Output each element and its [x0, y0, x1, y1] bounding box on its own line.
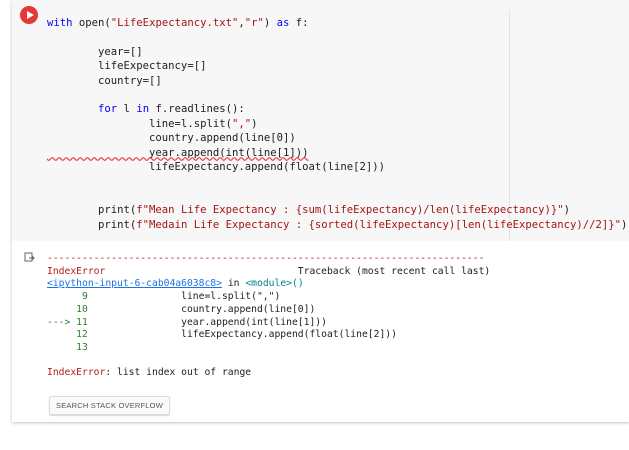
code-cell: with open("LifeExpectancy.txt","r") as f… — [12, 0, 629, 422]
code-line: for l in f.readlines(): — [98, 103, 245, 116]
traceback-code: year.append(int(line[1])) — [87, 316, 327, 328]
error-type: IndexError — [47, 265, 106, 277]
code-line: year.append(int(line[1])) — [47, 146, 309, 159]
traceback-code: lifeExpectancy.append(float(line[2])) — [87, 329, 397, 341]
error-message: : list index out of range — [105, 367, 252, 379]
play-icon — [26, 11, 34, 19]
traceback-label: Traceback (most recent call last) — [297, 265, 491, 277]
traceback-line-number: ---> 11 — [47, 316, 88, 328]
code-line: with open("LifeExpectancy.txt","r") as f… — [47, 17, 309, 29]
traceback-code: country.append(line[0]) — [87, 303, 316, 315]
traceback-module: <module>() — [245, 278, 304, 290]
code-line: lifeExpectancy=[] — [47, 60, 207, 73]
code-line: year=[] — [47, 45, 143, 58]
code-line: print(f"Medain Life Expectancy : {sorted… — [47, 218, 628, 231]
code-line: lifeExpectancy.append(float(line[2])) — [47, 161, 386, 174]
code-editor[interactable]: with open("LifeExpectancy.txt","r") as f… — [12, 0, 629, 241]
code-line: print(f"Mean Life Expectancy : {sum(life… — [47, 204, 571, 217]
code-line: line=l.split(",") — [47, 117, 258, 130]
code-line: country=[] — [47, 74, 162, 87]
code-text[interactable]: with open("LifeExpectancy.txt","r") as f… — [47, 16, 627, 232]
cell-output: ----------------------------------------… — [47, 253, 490, 380]
search-stack-overflow-button[interactable]: SEARCH STACK OVERFLOW — [49, 396, 170, 415]
traceback-separator: ----------------------------------------… — [47, 253, 485, 264]
code-line: country.append(line[0]) — [47, 132, 296, 145]
error-type: IndexError — [47, 367, 106, 379]
traceback-in-text: in — [221, 278, 246, 290]
traceback-line-number: 12 — [47, 329, 88, 341]
traceback-line-number: 9 — [47, 291, 88, 303]
traceback-source-link[interactable]: <ipython-input-6-cab04a6038c8> — [47, 278, 222, 289]
traceback-line-number: 13 — [47, 341, 88, 353]
traceback-line-number: 10 — [47, 303, 88, 315]
run-cell-button[interactable] — [20, 6, 38, 24]
output-toggle-icon[interactable] — [24, 252, 36, 264]
traceback-code: line=l.split(",") — [87, 291, 281, 303]
